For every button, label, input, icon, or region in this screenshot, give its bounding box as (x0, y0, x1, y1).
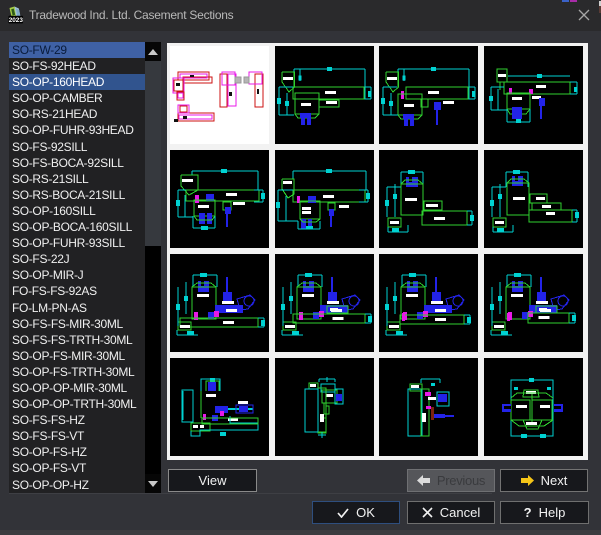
svg-text:2023: 2023 (9, 17, 24, 24)
